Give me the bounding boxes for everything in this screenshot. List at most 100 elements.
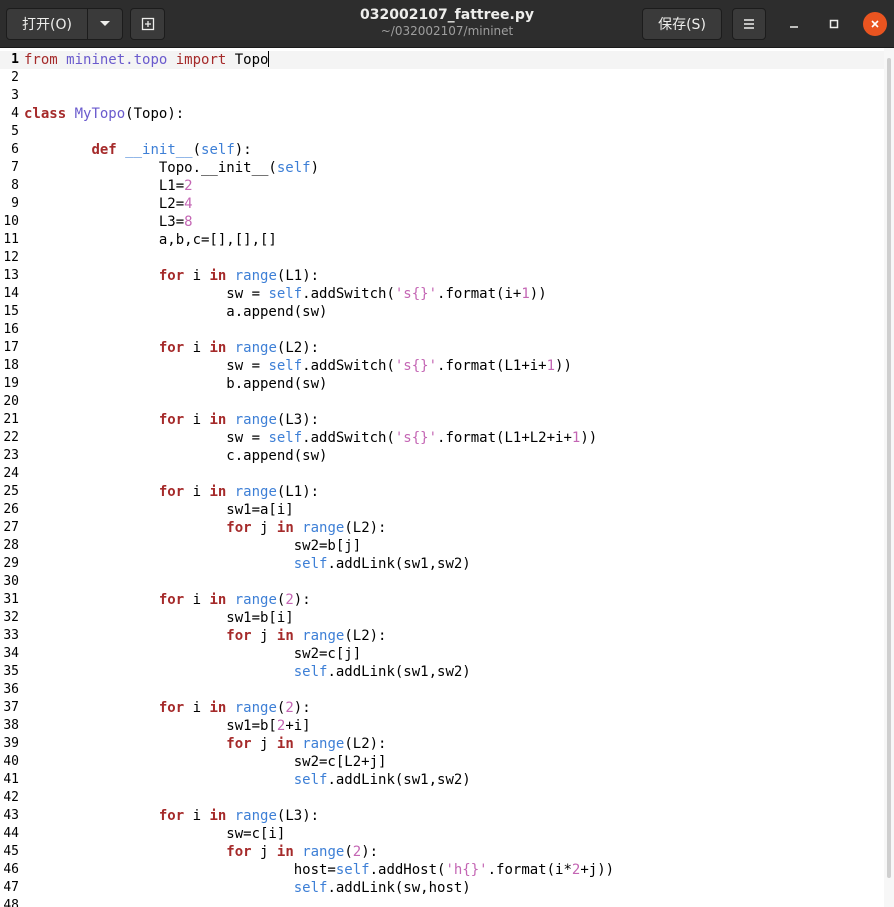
line-number: 38 — [3, 718, 19, 733]
line-number: 12 — [3, 250, 19, 265]
code-line[interactable]: 48 — [0, 897, 884, 907]
code-line[interactable]: 20 — [0, 393, 884, 411]
code-line[interactable]: 24 — [0, 465, 884, 483]
code-line[interactable]: 26 sw1=a[i] — [0, 501, 884, 519]
code-token: b.append(sw) — [24, 376, 328, 392]
code-line[interactable]: 11 a,b,c=[],[],[] — [0, 231, 884, 249]
code-line[interactable]: 8 L1=2 — [0, 177, 884, 195]
code-text: for i in range(L1): — [24, 483, 319, 501]
save-button[interactable]: 保存(S) — [642, 8, 722, 40]
code-token: in — [209, 484, 227, 500]
code-token: ): — [361, 844, 379, 860]
code-token: self — [268, 358, 303, 374]
code-line[interactable]: 40 sw2=c[L2+j] — [0, 753, 884, 771]
code-line[interactable]: 3 — [0, 87, 884, 105]
code-token: .format(L1+i+ — [437, 358, 547, 374]
code-token: in — [276, 736, 294, 752]
code-line[interactable]: 10 L3=8 — [0, 213, 884, 231]
vertical-scrollbar[interactable] — [884, 48, 894, 907]
code-line[interactable]: 21 for i in range(L3): — [0, 411, 884, 429]
code-line[interactable]: 34 sw2=c[j] — [0, 645, 884, 663]
code-line[interactable]: 27 for j in range(L2): — [0, 519, 884, 537]
code-line[interactable]: 38 sw1=b[2+i] — [0, 717, 884, 735]
code-line[interactable]: 30 — [0, 573, 884, 591]
code-token: sw2=c[L2+j] — [24, 754, 387, 770]
code-token: range — [234, 484, 277, 500]
menu-button[interactable] — [732, 8, 766, 40]
code-line[interactable]: 4 class MyTopo(Topo): — [0, 105, 884, 123]
hamburger-menu-icon — [744, 19, 754, 29]
code-line[interactable]: 15 a.append(sw) — [0, 303, 884, 321]
code-line[interactable]: 12 — [0, 249, 884, 267]
code-line[interactable]: 28 sw2=b[j] — [0, 537, 884, 555]
line-number: 23 — [3, 448, 19, 463]
code-line[interactable]: 9 L2=4 — [0, 195, 884, 213]
code-line[interactable]: 13 for i in range(L1): — [0, 267, 884, 285]
code-line[interactable]: 18 sw = self.addSwitch('s{}'.format(L1+i… — [0, 357, 884, 375]
code-token: i — [184, 484, 210, 500]
code-line[interactable]: 31 for i in range(2): — [0, 591, 884, 609]
code-text: for j in range(L2): — [24, 627, 386, 645]
close-button[interactable] — [863, 12, 887, 36]
new-tab-button[interactable] — [130, 8, 165, 40]
code-token: Topo.__init__( — [24, 160, 277, 176]
code-line[interactable]: 2 — [0, 69, 884, 87]
code-line[interactable]: 35 self.addLink(sw1,sw2) — [0, 663, 884, 681]
code-line[interactable]: 1 from mininet.topo import Topo — [0, 51, 884, 69]
code-line[interactable]: 47 self.addLink(sw,host) — [0, 879, 884, 897]
code-line[interactable]: 5 — [0, 123, 884, 141]
code-line[interactable]: 14 sw = self.addSwitch('s{}'.format(i+1)… — [0, 285, 884, 303]
code-text: sw = self.addSwitch('s{}'.format(L1+L2+i… — [24, 429, 597, 447]
code-token: class — [24, 106, 67, 122]
line-number: 39 — [3, 736, 19, 751]
line-number: 7 — [11, 160, 19, 175]
line-number: 19 — [3, 376, 19, 391]
code-token: a.append(sw) — [24, 304, 328, 320]
line-number: 42 — [3, 790, 19, 805]
code-text: for i in range(L3): — [24, 807, 319, 825]
code-token: j — [251, 628, 277, 644]
code-token: self — [293, 772, 328, 788]
code-line[interactable]: 36 — [0, 681, 884, 699]
code-line[interactable]: 23 c.append(sw) — [0, 447, 884, 465]
code-line[interactable]: 7 Topo.__init__(self) — [0, 159, 884, 177]
code-line[interactable]: 32 sw1=b[i] — [0, 609, 884, 627]
code-line[interactable]: 6 def __init__(self): — [0, 141, 884, 159]
line-number: 29 — [3, 556, 19, 571]
code-line[interactable]: 25 for i in range(L1): — [0, 483, 884, 501]
code-line[interactable]: 37 for i in range(2): — [0, 699, 884, 717]
maximize-button[interactable] — [822, 12, 846, 36]
code-line[interactable]: 41 self.addLink(sw1,sw2) — [0, 771, 884, 789]
code-token: in — [276, 520, 294, 536]
code-token: a,b,c=[],[],[] — [24, 232, 277, 248]
code-line[interactable]: 46 host=self.addHost('h{}'.format(i*2+j)… — [0, 861, 884, 879]
code-line[interactable]: 19 b.append(sw) — [0, 375, 884, 393]
open-button[interactable]: 打开(O) — [6, 8, 88, 40]
code-line[interactable]: 22 sw = self.addSwitch('s{}'.format(L1+L… — [0, 429, 884, 447]
line-number: 9 — [11, 196, 19, 211]
code-line[interactable]: 33 for j in range(L2): — [0, 627, 884, 645]
line-number: 41 — [3, 772, 19, 787]
code-editor[interactable]: 1 from mininet.topo import Topo 2 3 4 class M… — [0, 48, 884, 907]
code-line[interactable]: 17 for i in range(L2): — [0, 339, 884, 357]
code-line[interactable]: 16 — [0, 321, 884, 339]
code-text: a.append(sw) — [24, 303, 327, 321]
code-line[interactable]: 45 for j in range(2): — [0, 843, 884, 861]
code-token: j — [251, 736, 277, 752]
code-line[interactable]: 39 for j in range(L2): — [0, 735, 884, 753]
code-text: for i in range(2): — [24, 699, 311, 717]
scrollbar-thumb[interactable] — [887, 58, 891, 878]
minimize-button[interactable] — [782, 12, 806, 36]
code-token: .addHost( — [369, 862, 446, 878]
code-line[interactable]: 44 sw=c[i] — [0, 825, 884, 843]
code-line[interactable]: 29 self.addLink(sw1,sw2) — [0, 555, 884, 573]
code-token: self — [293, 664, 328, 680]
code-line[interactable]: 43 for i in range(L3): — [0, 807, 884, 825]
open-menu-button[interactable] — [88, 8, 123, 40]
code-line[interactable]: 42 — [0, 789, 884, 807]
